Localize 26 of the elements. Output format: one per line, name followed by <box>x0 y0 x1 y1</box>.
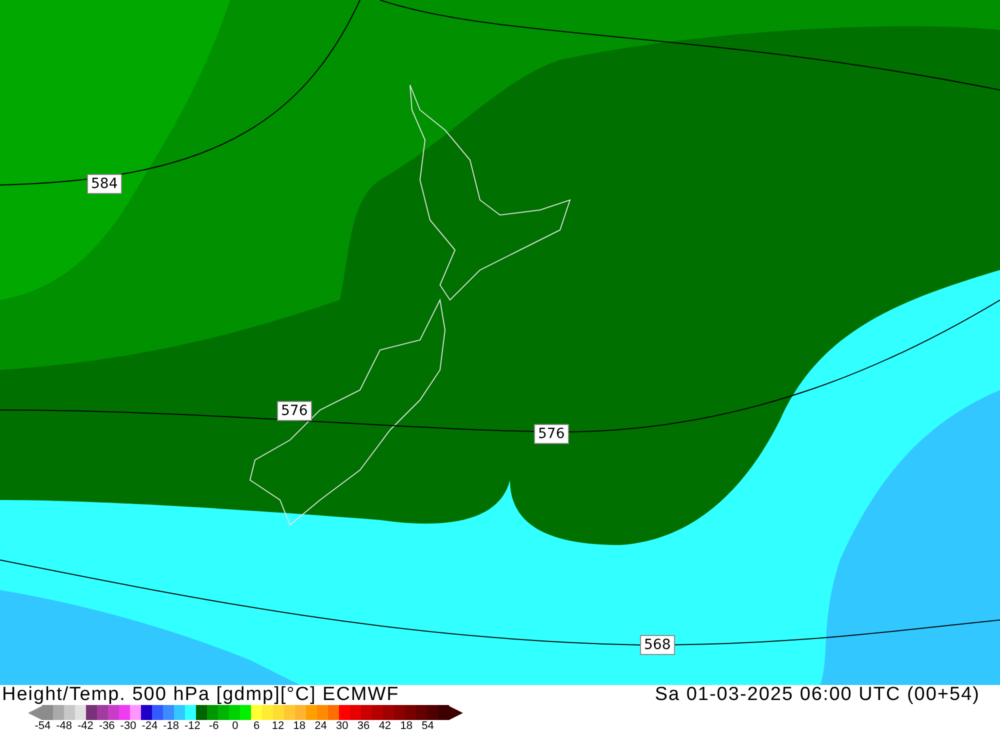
contour-label: 576 <box>277 401 312 421</box>
legend-tick-label: -30 <box>119 720 138 733</box>
legend-tick-label: -12 <box>183 720 202 733</box>
legend-tick-label: 0 <box>231 720 240 733</box>
contour-label: 568 <box>640 635 675 655</box>
contour-label: 576 <box>534 424 569 444</box>
legend-tick-label: -18 <box>162 720 180 733</box>
legend-tick-label: -42 <box>76 720 94 733</box>
legend-tick-label: 42 <box>378 720 392 733</box>
legend-tick-label: 24 <box>314 720 328 733</box>
chart-title: Height/Temp. 500 hPa [gdmp][°C] ECMWF <box>2 684 400 706</box>
legend-tick-label: -6 <box>208 720 220 733</box>
legend-tick-label: 30 <box>335 720 350 733</box>
legend-arrow-icon <box>449 706 463 720</box>
legend-tick-label: 18 <box>292 720 306 733</box>
valid-time: Sa 01-03-2025 06:00 UTC (00+54) <box>654 684 980 706</box>
legend-tick-label: 54 <box>420 720 435 733</box>
legend-tick-label: -24 <box>140 720 159 733</box>
contour-label: 584 <box>87 174 122 194</box>
legend-tick-label: -54 <box>34 720 52 733</box>
legend-tick-label: 36 <box>356 720 371 733</box>
legend-tick-label: 6 <box>252 720 261 733</box>
legend-tick-label: 18 <box>399 720 414 733</box>
legend-tick-label: -36 <box>98 720 116 733</box>
legend-tick-label: 12 <box>270 720 286 733</box>
legend-tick-label: -48 <box>55 720 74 733</box>
